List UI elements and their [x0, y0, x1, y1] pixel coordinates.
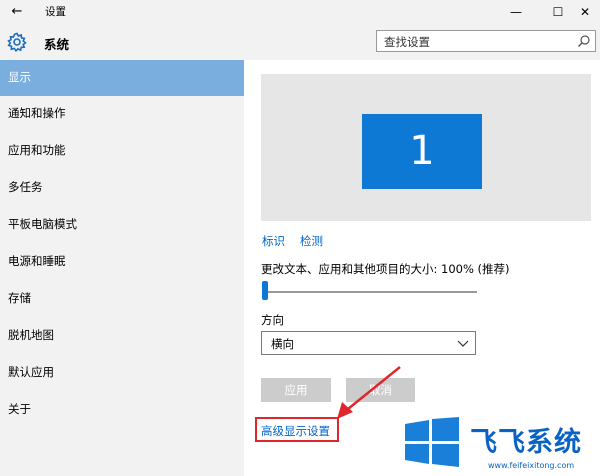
sidebar-item-label: 默认应用: [8, 365, 54, 379]
sidebar-item-label: 多任务: [8, 180, 43, 194]
sidebar-item-label: 应用和功能: [8, 143, 66, 157]
monitor-tile[interactable]: 1: [362, 114, 482, 189]
section-title: 系统: [44, 37, 70, 52]
sidebar-item-apps-features[interactable]: 应用和功能: [0, 133, 244, 169]
sidebar-item-display[interactable]: 显示: [0, 60, 244, 96]
sidebar-item-label: 脱机地图: [8, 328, 54, 342]
minimize-button[interactable]: —: [496, 0, 536, 24]
sidebar-item-notifications[interactable]: 通知和操作: [0, 96, 244, 132]
search-icon[interactable]: [577, 34, 591, 48]
sidebar-item-about[interactable]: 关于: [0, 392, 244, 428]
search-placeholder: 查找设置: [384, 35, 430, 49]
chevron-down-icon: [457, 340, 469, 347]
close-button[interactable]: ✕: [565, 0, 600, 24]
sidebar-item-label: 显示: [8, 70, 31, 84]
scale-slider-thumb[interactable]: [262, 281, 268, 300]
back-button[interactable]: ←: [6, 2, 28, 22]
title-bar: ← 设置 — ☐ ✕: [0, 0, 600, 24]
window-title: 设置: [45, 6, 66, 18]
watermark-url: www.feifeixitong.com: [488, 461, 575, 470]
sidebar-item-storage[interactable]: 存储: [0, 281, 244, 317]
cancel-button[interactable]: 取消: [346, 378, 415, 402]
orientation-value: 横向: [271, 337, 294, 351]
sidebar-item-label: 通知和操作: [8, 106, 66, 120]
sidebar-item-label: 关于: [8, 402, 31, 416]
watermark-brand: 飞飞系统: [470, 427, 582, 458]
detect-link[interactable]: 检测: [300, 233, 323, 249]
sidebar-item-label: 电源和睡眠: [8, 254, 66, 268]
windows-logo-icon: [405, 417, 459, 467]
sidebar-item-tablet-mode[interactable]: 平板电脑模式: [0, 207, 244, 243]
identify-link[interactable]: 标识: [262, 233, 285, 249]
sidebar-item-label: 存储: [8, 291, 31, 305]
gear-icon: [7, 32, 27, 52]
scale-label: 更改文本、应用和其他项目的大小: 100% (推荐): [261, 262, 510, 276]
search-input[interactable]: 查找设置: [376, 30, 596, 52]
orientation-dropdown[interactable]: 横向: [261, 331, 476, 355]
sidebar-item-multitasking[interactable]: 多任务: [0, 170, 244, 206]
apply-button[interactable]: 应用: [261, 378, 331, 402]
display-preview: 1: [261, 74, 591, 221]
sidebar: 显示 通知和操作 应用和功能 多任务 平板电脑模式 电源和睡眠 存储 脱机地图 …: [0, 60, 244, 476]
sidebar-item-label: 平板电脑模式: [8, 217, 77, 231]
settings-header: 系统 查找设置: [0, 24, 600, 60]
scale-slider-track[interactable]: [263, 291, 477, 293]
advanced-display-settings-link[interactable]: 高级显示设置: [261, 423, 330, 439]
sidebar-item-power-sleep[interactable]: 电源和睡眠: [0, 244, 244, 280]
orientation-label: 方向: [261, 313, 284, 327]
sidebar-item-default-apps[interactable]: 默认应用: [0, 355, 244, 391]
sidebar-item-offline-maps[interactable]: 脱机地图: [0, 318, 244, 354]
